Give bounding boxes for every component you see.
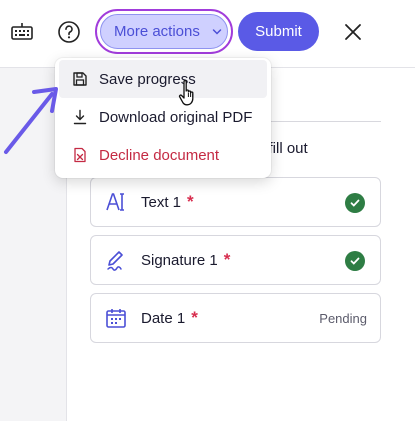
field-label: Text 1: [141, 193, 182, 211]
completed-check-icon: [345, 251, 365, 271]
more-actions-inner: More actions: [100, 14, 228, 49]
text-field-icon: [91, 190, 141, 214]
menu-item-save-progress[interactable]: Save progress: [59, 60, 267, 98]
close-icon[interactable]: [340, 19, 366, 45]
required-mark: *: [223, 250, 231, 269]
menu-item-download-pdf[interactable]: Download original PDF: [59, 98, 267, 136]
field-item-signature-1[interactable]: Signature 1 *: [90, 235, 381, 285]
field-label: Signature 1: [141, 251, 218, 269]
more-actions-button[interactable]: More actions: [95, 9, 233, 54]
required-mark: *: [187, 192, 194, 211]
required-mark: *: [191, 308, 198, 327]
calendar-icon: [91, 306, 141, 330]
field-item-text-1[interactable]: Text 1 *: [90, 177, 381, 227]
completed-check-icon: [345, 193, 365, 213]
hand-cursor-icon: [178, 79, 194, 106]
more-actions-label: More actions: [114, 23, 200, 40]
menu-item-decline-document[interactable]: Decline document: [59, 136, 267, 174]
field-label: Date 1: [141, 309, 186, 327]
more-actions-dropdown: Save progress Download original PDF Decl…: [55, 58, 271, 178]
pending-status: Pending: [319, 311, 367, 326]
annotation-arrow-icon: [4, 87, 58, 154]
section-divider: [270, 121, 381, 122]
chevron-down-icon: [212, 28, 222, 36]
signature-icon: [91, 248, 141, 272]
field-item-date-1[interactable]: Date 1 * Pending: [90, 293, 381, 343]
keyboard-icon[interactable]: [8, 18, 36, 46]
menu-item-label: Decline document: [99, 146, 220, 164]
submit-button[interactable]: Submit: [238, 12, 319, 51]
help-icon[interactable]: [55, 18, 83, 46]
menu-item-label: Download original PDF: [99, 108, 253, 126]
